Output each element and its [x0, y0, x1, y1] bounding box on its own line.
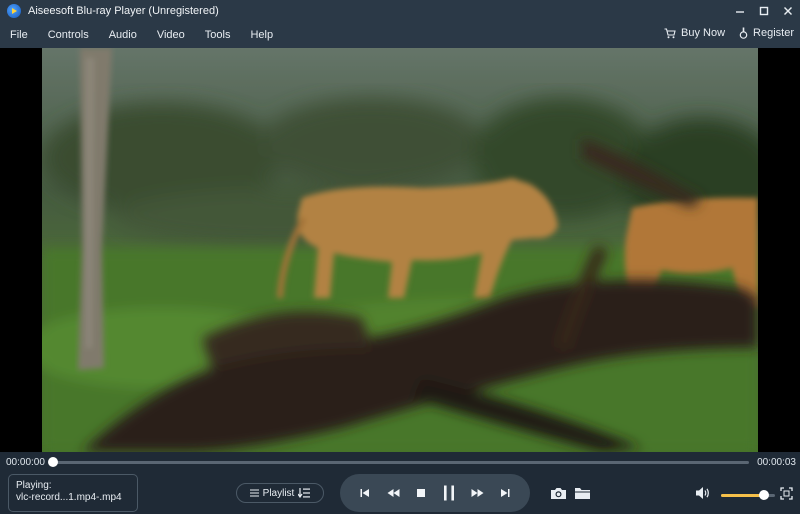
stop-icon — [417, 489, 425, 497]
title-bar: Aiseesoft Blu-ray Player (Unregistered) — [0, 0, 800, 22]
minimize-icon — [736, 11, 744, 13]
video-still-image — [42, 48, 758, 452]
transport-controls — [340, 474, 530, 512]
close-button[interactable] — [776, 0, 800, 22]
menu-video[interactable]: Video — [147, 22, 195, 48]
register-label: Register — [753, 27, 794, 39]
camera-icon — [550, 487, 566, 499]
playlist-icon — [249, 489, 259, 497]
fast-forward-button[interactable] — [466, 482, 488, 504]
open-file-button[interactable] — [572, 484, 592, 502]
rewind-button[interactable] — [382, 482, 404, 504]
window-title: Aiseesoft Blu-ray Player (Unregistered) — [28, 5, 219, 17]
progress-handle[interactable] — [48, 457, 58, 467]
folder-icon — [574, 487, 590, 499]
control-panel: 00:00:00 00:00:03 Playing: vlc-record...… — [0, 452, 800, 514]
next-button[interactable] — [494, 482, 516, 504]
stop-button[interactable] — [410, 482, 432, 504]
current-time: 00:00:00 — [6, 457, 45, 468]
menu-tools[interactable]: Tools — [195, 22, 241, 48]
now-playing-file: vlc-record...1.mp4-.mp4 — [16, 492, 122, 503]
playlist-sort-icon — [298, 488, 311, 498]
minimize-button[interactable] — [728, 0, 752, 22]
maximize-button[interactable] — [752, 0, 776, 22]
skip-previous-icon — [360, 489, 369, 497]
maximize-icon — [759, 6, 769, 16]
menu-controls[interactable]: Controls — [38, 22, 99, 48]
volume-slider[interactable] — [721, 490, 775, 500]
snapshot-button[interactable] — [548, 484, 568, 502]
now-playing-box: Playing: vlc-record...1.mp4-.mp4 — [8, 474, 138, 512]
menu-audio[interactable]: Audio — [99, 22, 147, 48]
total-time: 00:00:03 — [757, 457, 796, 468]
volume-icon[interactable] — [695, 486, 711, 500]
video-frame — [42, 48, 758, 452]
now-playing-label: Playing: — [16, 480, 52, 491]
progress-bar[interactable] — [48, 457, 749, 467]
menu-help[interactable]: Help — [240, 22, 283, 48]
menu-file[interactable]: File — [0, 22, 38, 48]
register-link[interactable]: Register — [739, 27, 794, 39]
volume-handle[interactable] — [759, 490, 770, 500]
rewind-icon — [387, 489, 399, 497]
skip-next-icon — [501, 489, 510, 497]
playlist-button[interactable]: Playlist — [236, 483, 324, 503]
fast-forward-icon — [471, 489, 483, 497]
close-icon — [784, 7, 792, 15]
previous-button[interactable] — [354, 482, 376, 504]
buy-now-label: Buy Now — [681, 27, 726, 39]
pause-icon — [444, 485, 454, 501]
cart-icon — [664, 27, 676, 38]
app-logo-icon — [7, 4, 21, 18]
pause-button[interactable] — [438, 482, 460, 504]
fullscreen-icon[interactable] — [780, 487, 793, 500]
buy-now-link[interactable]: Buy Now — [664, 27, 725, 39]
volume-fill — [721, 494, 765, 497]
video-area[interactable] — [0, 48, 800, 452]
register-icon — [739, 27, 748, 39]
playlist-label: Playlist — [262, 487, 295, 499]
